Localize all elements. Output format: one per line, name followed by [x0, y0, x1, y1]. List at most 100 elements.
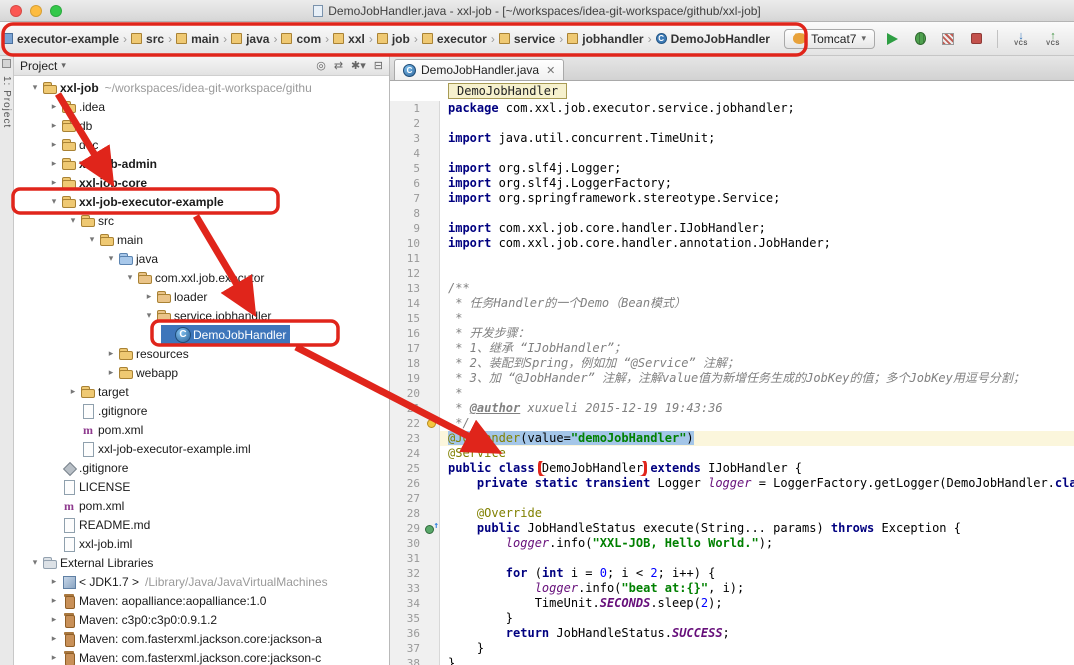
- code-line-28[interactable]: 28 @Override: [390, 506, 1074, 521]
- project-tool-window-tab[interactable]: 1: Project: [1, 76, 12, 128]
- override-icon[interactable]: [425, 524, 439, 534]
- tree-item-license[interactable]: LICENSE: [14, 477, 389, 496]
- tree-item-java[interactable]: ▾java: [14, 249, 389, 268]
- tree-item-target[interactable]: ▸target: [14, 382, 389, 401]
- code-line-26[interactable]: 26 private static transient Logger logge…: [390, 476, 1074, 491]
- scroll-from-source-icon[interactable]: ◎: [316, 59, 326, 72]
- expand-arrow-icon[interactable]: ▾: [66, 215, 80, 226]
- code-line-21[interactable]: 21 * @author xuxueli 2015-12-19 19:43:36: [390, 401, 1074, 416]
- expand-arrow-icon[interactable]: ▾: [28, 82, 42, 93]
- code-line-9[interactable]: 9import com.xxl.job.core.handler.IJobHan…: [390, 221, 1074, 236]
- code-line-2[interactable]: 2: [390, 116, 1074, 131]
- code-line-17[interactable]: 17 * 1、继承 “IJobHandler”；: [390, 341, 1074, 356]
- code-line-18[interactable]: 18 * 2、装配到Spring，例如加 “@Service” 注解；: [390, 356, 1074, 371]
- expand-arrow-icon[interactable]: ▸: [47, 120, 61, 131]
- code-line-36[interactable]: 36 return JobHandleStatus.SUCCESS;: [390, 626, 1074, 641]
- expand-arrow-icon[interactable]: ▸: [47, 101, 61, 112]
- code-line-35[interactable]: 35 }: [390, 611, 1074, 626]
- code-line-25[interactable]: 25public class DemoJobHandler extends IJ…: [390, 461, 1074, 476]
- breadcrumb-item-executor[interactable]: executor: [422, 32, 487, 46]
- expand-arrow-icon[interactable]: ▾: [104, 253, 118, 264]
- expand-arrow-icon[interactable]: ▾: [142, 310, 156, 321]
- code-line-6[interactable]: 6import org.slf4j.LoggerFactory;: [390, 176, 1074, 191]
- tree-item-xxl-job-admin[interactable]: ▸xxl-job-admin: [14, 154, 389, 173]
- tree-item-xxl-job-core[interactable]: ▸xxl-job-core: [14, 173, 389, 192]
- editor-tab-demojobhandler[interactable]: DemoJobHandler.java ✕: [394, 59, 564, 80]
- expand-arrow-icon[interactable]: ▸: [47, 158, 61, 169]
- expand-arrow-icon[interactable]: ▸: [47, 633, 61, 644]
- code-line-3[interactable]: 3import java.util.concurrent.TimeUnit;: [390, 131, 1074, 146]
- bulb-icon[interactable]: [427, 419, 436, 428]
- tree-item-gitignore[interactable]: .gitignore: [14, 401, 389, 420]
- run-configuration-select[interactable]: Tomcat7 ▾: [784, 29, 875, 49]
- breadcrumb-item-job[interactable]: job: [377, 32, 410, 46]
- tree-item-webapp[interactable]: ▸webapp: [14, 363, 389, 382]
- breadcrumb-item-src[interactable]: src: [131, 32, 164, 46]
- code-line-20[interactable]: 20 *: [390, 386, 1074, 401]
- close-tab-icon[interactable]: ✕: [546, 64, 555, 77]
- code-line-38[interactable]: 38}: [390, 656, 1074, 665]
- tree-item-src[interactable]: ▾src: [14, 211, 389, 230]
- expand-arrow-icon[interactable]: ▸: [47, 614, 61, 625]
- code-line-30[interactable]: 30 logger.info("XXL-JOB, Hello World.");: [390, 536, 1074, 551]
- editor-breadcrumb-class[interactable]: DemoJobHandler: [448, 83, 567, 99]
- code-line-5[interactable]: 5import org.slf4j.Logger;: [390, 161, 1074, 176]
- code-line-1[interactable]: 1package com.xxl.job.executor.service.jo…: [390, 101, 1074, 116]
- expand-arrow-icon[interactable]: ▸: [47, 177, 61, 188]
- expand-arrow-icon[interactable]: ▾: [47, 196, 61, 207]
- tree-item-com-xxl-job-executor[interactable]: ▾com.xxl.job.executor: [14, 268, 389, 287]
- breadcrumb-item-main[interactable]: main: [176, 32, 219, 46]
- code-line-4[interactable]: 4: [390, 146, 1074, 161]
- tree-item-xxl-job-iml[interactable]: xxl-job.iml: [14, 534, 389, 553]
- expand-arrow-icon[interactable]: ▸: [104, 348, 118, 359]
- tree-item-main[interactable]: ▾main: [14, 230, 389, 249]
- expand-arrow-icon[interactable]: ▾: [85, 234, 99, 245]
- tree-item-maven-com-fasterxml-jackson-core-jackson-c[interactable]: ▸Maven: com.fasterxml.jackson.core:jacks…: [14, 648, 389, 665]
- breadcrumb-item-jobhandler[interactable]: jobhandler: [567, 32, 643, 46]
- expand-arrow-icon[interactable]: ▾: [28, 557, 42, 568]
- code-line-33[interactable]: 33 logger.info("beat at:{}", i);: [390, 581, 1074, 596]
- tree-item-maven-com-fasterxml-jackson-core-jackson-a[interactable]: ▸Maven: com.fasterxml.jackson.core:jacks…: [14, 629, 389, 648]
- breadcrumb-item-java[interactable]: java: [231, 32, 269, 46]
- project-view-dropdown[interactable]: Project ▾: [20, 59, 66, 73]
- code-line-27[interactable]: 27: [390, 491, 1074, 506]
- code-line-14[interactable]: 14 * 任务Handler的一个Demo（Bean模式）: [390, 296, 1074, 311]
- tree-item-xxl-job[interactable]: ▾xxl-job~/workspaces/idea-git-workspace/…: [14, 78, 389, 97]
- breadcrumb-item-service[interactable]: service: [499, 32, 555, 46]
- debug-button[interactable]: [909, 28, 931, 50]
- tree-item-resources[interactable]: ▸resources: [14, 344, 389, 363]
- tree-item-db[interactable]: ▸db: [14, 116, 389, 135]
- code-line-31[interactable]: 31: [390, 551, 1074, 566]
- breadcrumb-item-executor-example[interactable]: executor-example: [2, 32, 119, 46]
- code-line-7[interactable]: 7import org.springframework.stereotype.S…: [390, 191, 1074, 206]
- breadcrumb-item-com[interactable]: com: [281, 32, 321, 46]
- expand-arrow-icon[interactable]: ▸: [66, 386, 80, 397]
- tree-item-demojobhandler[interactable]: DemoJobHandler: [14, 325, 389, 344]
- code-line-12[interactable]: 12: [390, 266, 1074, 281]
- code-line-15[interactable]: 15 *: [390, 311, 1074, 326]
- code-line-19[interactable]: 19 * 3、加 “@JobHander” 注解，注解value值为新增任务生成…: [390, 371, 1074, 386]
- tree-item-gitignore[interactable]: .gitignore: [14, 458, 389, 477]
- expand-arrow-icon[interactable]: ▸: [47, 652, 61, 663]
- code-area[interactable]: 1package com.xxl.job.executor.service.jo…: [390, 101, 1074, 665]
- tree-item-service-jobhandler[interactable]: ▾service.jobhandler: [14, 306, 389, 325]
- code-line-10[interactable]: 10import com.xxl.job.core.handler.annota…: [390, 236, 1074, 251]
- code-line-16[interactable]: 16 * 开发步骤：: [390, 326, 1074, 341]
- tree-item-xxl-job-executor-example-iml[interactable]: xxl-job-executor-example.iml: [14, 439, 389, 458]
- tree-item-idea[interactable]: ▸.idea: [14, 97, 389, 116]
- expand-arrow-icon[interactable]: ▸: [47, 595, 61, 606]
- expand-arrow-icon[interactable]: ▸: [47, 139, 61, 150]
- tree-item-doc[interactable]: ▸doc: [14, 135, 389, 154]
- tree-item-external-libraries[interactable]: ▾External Libraries: [14, 553, 389, 572]
- tool-window-icon[interactable]: [2, 59, 11, 68]
- collapse-all-icon[interactable]: ⇄: [334, 59, 343, 72]
- code-line-8[interactable]: 8: [390, 206, 1074, 221]
- breadcrumb-item-demojobhandler[interactable]: DemoJobHandler: [656, 32, 770, 46]
- tree-item-maven-aopalliance-aopalliance-1-0[interactable]: ▸Maven: aopalliance:aopalliance:1.0: [14, 591, 389, 610]
- code-line-22[interactable]: 22 */: [390, 416, 1074, 431]
- tree-item-pom-xml[interactable]: pom.xml: [14, 496, 389, 515]
- expand-arrow-icon[interactable]: ▸: [142, 291, 156, 302]
- gear-icon[interactable]: ✱▾: [351, 59, 366, 72]
- tree-item-jdk1-7[interactable]: ▸< JDK1.7 >/Library/Java/JavaVirtualMach…: [14, 572, 389, 591]
- vcs-update-button[interactable]: ↓ VCS: [1008, 27, 1034, 51]
